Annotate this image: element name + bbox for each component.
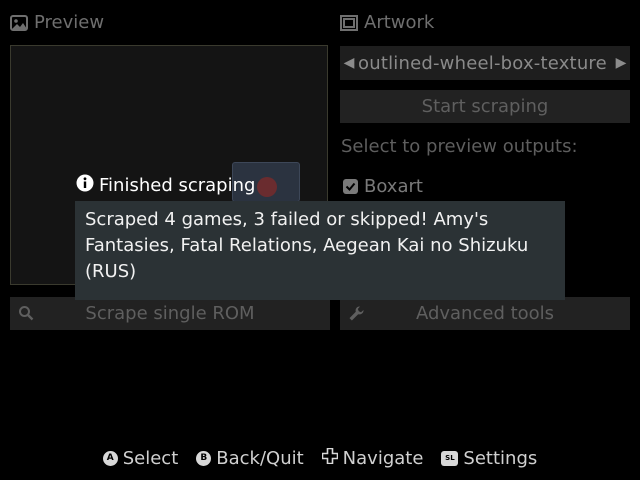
artwork-icon xyxy=(340,14,358,31)
select-button-icon: SL xyxy=(441,450,459,466)
info-icon xyxy=(76,174,94,197)
dpad-icon xyxy=(321,447,338,469)
hint-select[interactable]: A Select xyxy=(102,447,179,469)
b-button-icon: B xyxy=(196,450,212,466)
artwork-selector[interactable]: ◀ outlined-wheel-box-texture ▶ xyxy=(340,46,630,80)
start-scraping-label: Start scraping xyxy=(421,96,549,117)
scrape-single-rom-button[interactable]: Scrape single ROM xyxy=(10,297,330,330)
hint-navigate-label: Navigate xyxy=(342,447,424,469)
search-icon xyxy=(18,305,34,326)
checkbox-checked-icon[interactable] xyxy=(343,179,358,194)
hint-back-label: Back/Quit xyxy=(216,447,304,469)
scrape-single-rom-label: Scrape single ROM xyxy=(85,303,255,324)
toast-message-box: Scraped 4 games, 3 failed or skipped! Am… xyxy=(75,201,565,300)
hint-navigate[interactable]: Navigate xyxy=(321,447,424,469)
preview-title: Preview xyxy=(34,12,105,33)
toast-header: Finished scraping xyxy=(76,174,255,197)
advanced-tools-button[interactable]: Advanced tools xyxy=(340,297,630,330)
hint-settings[interactable]: SL Settings xyxy=(441,448,537,469)
boxart-option[interactable]: Boxart xyxy=(343,176,423,197)
a-button-icon: A xyxy=(102,450,118,466)
image-icon xyxy=(10,14,28,31)
artwork-title: Artwork xyxy=(364,12,435,33)
toast-message: Scraped 4 games, 3 failed or skipped! Am… xyxy=(85,209,529,282)
hint-select-label: Select xyxy=(122,447,179,469)
hint-back[interactable]: B Back/Quit xyxy=(196,447,304,469)
footer-hints: A Select B Back/Quit Navigate SL Setting… xyxy=(0,443,640,473)
preview-header: Preview xyxy=(10,12,104,33)
hint-settings-label: Settings xyxy=(463,447,538,469)
arrow-left-icon[interactable]: ◀ xyxy=(340,55,358,71)
arrow-right-icon[interactable]: ▶ xyxy=(612,55,630,71)
advanced-tools-label: Advanced tools xyxy=(415,303,555,324)
wrench-icon xyxy=(348,305,365,327)
boxart-label: Boxart xyxy=(364,176,423,197)
artwork-header: Artwork xyxy=(340,12,434,33)
artwork-selected-value: outlined-wheel-box-texture xyxy=(358,52,607,74)
toast-title: Finished scraping xyxy=(99,175,256,196)
outputs-label: Select to preview outputs: xyxy=(341,136,578,157)
start-scraping-button[interactable]: Start scraping xyxy=(340,90,630,123)
